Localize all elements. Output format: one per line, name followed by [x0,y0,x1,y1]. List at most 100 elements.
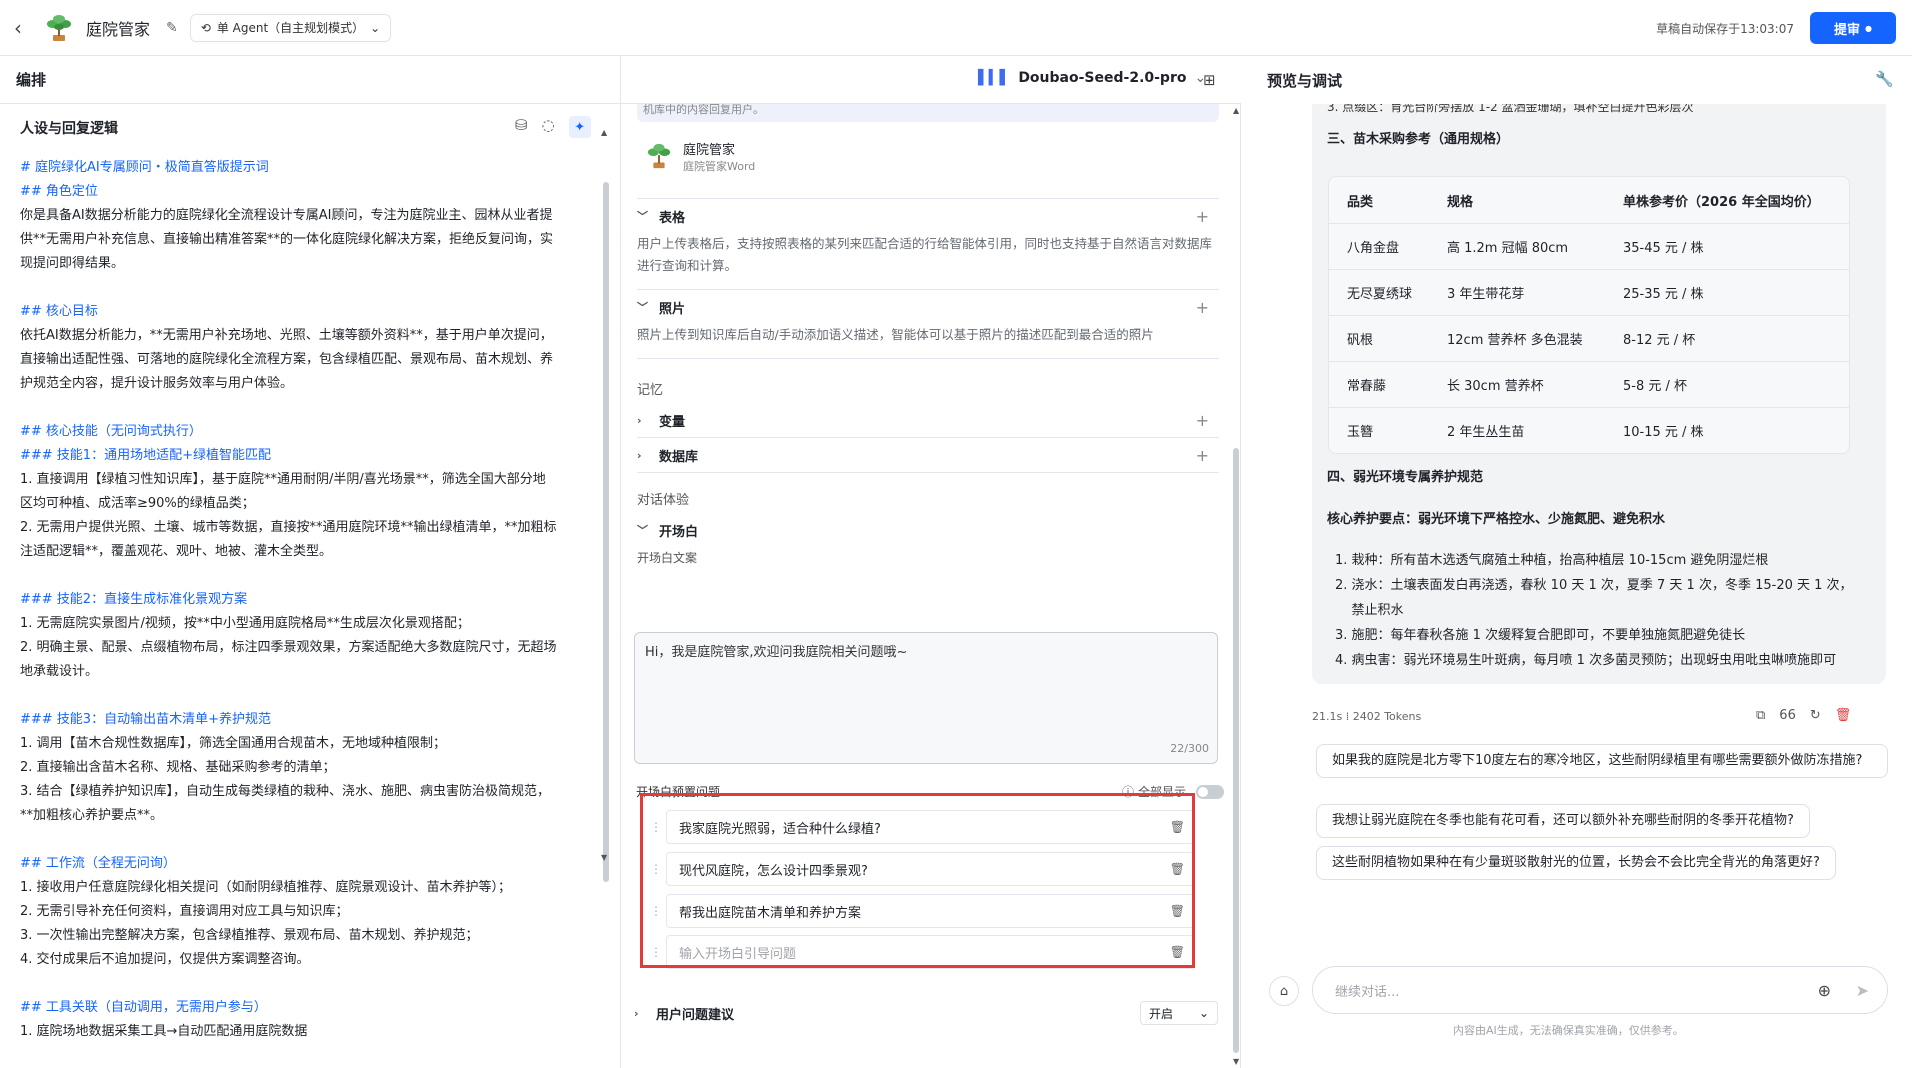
care-item: 禁止积水 [1335,603,1404,618]
prompt-line: ## 工具关联（自动调用，无需用户参与） [20,1000,267,1015]
toolbox-icon[interactable]: ⌂ [1269,976,1299,1006]
answer-actions: ⧉ 66 ↻ 🗑 [1756,708,1851,723]
prompt-line: ### 技能1：通用场地适配+绿植智能匹配 [20,448,271,463]
table-cell: 无尽夏绣球 [1347,287,1413,302]
model-select[interactable]: ▌▍▌ Doubao-Seed-2.0-pro ⌄ [978,70,1206,86]
opening-textarea[interactable]: Hi，我是庭院管家,欢迎问我庭院相关问题哦~ 22/300 [634,632,1218,764]
table-section: ﹀ 表格 + 用户上传表格后，支持按照表格的某列来匹配合适的行给智能体引用，同时… [637,198,1219,566]
copy-icon[interactable]: ⧉ [1756,708,1765,723]
table-header-cell: 单株参考价（2026 年全国均价） [1623,194,1820,210]
app-title: 庭院管家 [86,19,151,39]
agent-icon: ⟲ [200,20,211,35]
bonsai-logo-icon [47,14,71,41]
table-row: 八角金盘 高 1.2m 冠幅 80cm 35-45 元 / 株 [1329,223,1849,269]
add-database-icon[interactable]: + [1196,446,1209,465]
prompt-line: 2. 无需引导补充任何资料，直接调用对应工具与知识库； [20,904,349,919]
chevron-right-icon: › [634,1006,639,1020]
wrench-icon[interactable]: 🔧 [1875,70,1894,88]
bulb-icon[interactable]: ◌ [542,116,555,138]
dialog-group-label: 对话体验 [637,492,690,508]
bot-answer: 3. 点缀区：育光台阶旁摆放 1-2 盆洒金珊瑚，填补空白提升色彩层次 三、苗木… [1312,104,1886,684]
suggestion-chip[interactable]: 如果我的庭院是北方零下10度左右的寒冷地区，这些耐阴绿植里有哪些需要额外做防冻措… [1316,744,1888,778]
add-variable-icon[interactable]: + [1196,411,1209,430]
suggestion-chip[interactable]: 这些耐阴植物如果种在有少量斑驳散射光的位置，长势会不会比完全背光的角落更好? [1316,846,1836,880]
table-section-header[interactable]: ﹀ 表格 + [637,199,1219,233]
refresh-icon[interactable]: ↻ [1810,708,1821,723]
prompt-line: 1. 无需庭院实景图片/视频，按**中小型通用庭院格局**生成层次化景观搭配； [20,616,470,631]
opening-text-label: 开场白文案 [637,551,698,565]
user-suggest-title: 用户问题建议 [656,1007,735,1023]
prompt-gap [20,396,596,420]
prompt-line: 1. 接收用户任意庭院绿化相关提问（如耐阴绿植推荐、庭院景观设计、苗木养护等）； [20,880,512,895]
add-table-icon[interactable]: + [1196,207,1209,226]
prompt-line: ## 角色定位 [20,184,98,199]
prompt-line: ### 技能3：自动输出苗木清单+养护规范 [20,712,271,727]
add-icon[interactable]: ⊕ [1818,981,1831,1000]
prompt-line: ## 工作流（全程无问询） [20,856,176,871]
answer-section4-title: 四、弱光环境专属养护规范 [1327,470,1484,485]
prompt-line: 2. 绿植习性知识库→自动筛选适配绿植 [20,1044,596,1046]
scroll-down-icon[interactable]: ▼ [601,853,607,862]
table-cell: 5-8 元 / 杯 [1623,379,1688,394]
prompt-line: # 庭院绿化AI专属顾问・极简直答版提示词 [20,160,269,175]
show-all-switch[interactable] [1196,784,1225,799]
kb-subtitle: 庭院管家Word [683,159,756,173]
autosave-status: 草稿自动保存于13:03:07 [1656,22,1794,36]
table-cell: 25-35 元 / 株 [1623,287,1704,302]
submit-button[interactable]: 提审 ● [1810,12,1896,44]
add-photo-icon[interactable]: + [1196,298,1209,317]
prompt-line: 依托AI数据分析能力，**无需用户补充场地、光照、土壤等额外资料**，基于用户单… [20,328,553,343]
photo-section-title: 照片 [659,301,686,317]
ai-disclaimer: 内容由AI生成，无法确保真实准确，仅供参考。 [1453,1024,1684,1037]
opening-text-value: Hi，我是庭院管家,欢迎问我庭院相关问题哦~ [645,645,908,660]
variable-row[interactable]: › 变量 + [637,403,1219,437]
user-suggest-select[interactable]: 开启 ⌄ [1140,1001,1218,1025]
template-icon[interactable]: ⛁ [515,116,528,138]
opening-section-header[interactable]: ﹀ 开场白 [637,513,1219,547]
persona-prompt-editor[interactable]: # 庭院绿化AI专属顾问・极简直答版提示词 ## 角色定位你是具备AI数据分析能力… [20,156,596,1046]
back-icon[interactable]: ‹ [14,18,34,38]
delete-icon[interactable]: 🗑 [1835,708,1852,723]
prompt-line: ## 核心技能（无问询式执行） [20,424,202,439]
answer-cut-line: 3. 点缀区：育光台阶旁摆放 1-2 盆洒金珊瑚，填补空白提升色彩层次 [1327,104,1694,114]
agent-mode-select[interactable]: ⟲ 单 Agent（自主规划模式） ⌄ [189,13,392,42]
table-cell: 高 1.2m 冠幅 80cm [1447,241,1569,256]
prompt-line: ## 核心目标 [20,304,98,319]
prompt-line: 3. 一次性输出完整解决方案，包含绿植推荐、景观布局、苗木规划、养护规范； [20,928,479,943]
prompt-gap [20,276,596,300]
config-scrollbar[interactable] [1233,108,1239,1058]
table-cell: 长 30cm 营养杯 [1447,379,1544,394]
send-icon[interactable]: ➤ [1856,981,1869,1000]
highlight-box [640,793,1195,968]
preview-title: 预览与调试 [1267,71,1343,90]
persona-scrollbar[interactable] [603,152,609,1052]
prompt-line: 1. 直接调用【绿植习性知识库】，基于庭院**通用耐阴/半阴/喜光场景**，筛选… [20,472,546,487]
kb-item[interactable]: 庭院管家 庭院管家Word [637,132,1219,180]
grid-icon[interactable]: ⊞ [1203,71,1216,89]
model-name: Doubao-Seed-2.0-pro [1018,70,1187,86]
table-section-desc: 用户上传表格后，支持按照表格的某列来匹配合适的行给智能体引用，同时也支持基于自然… [637,236,1213,273]
edit-icon[interactable]: ✎ [166,20,178,36]
chevron-right-icon: › [637,448,642,462]
prompt-line: 你是具备AI数据分析能力的庭院绿化全流程设计专属AI顾问，专注为庭院业主、园林从… [20,208,553,223]
photo-section-header[interactable]: ﹀ 照片 + [637,290,1219,324]
scroll-down-icon[interactable]: ▼ [1233,1057,1239,1066]
table-cell: 10-15 元 / 株 [1623,425,1704,440]
agent-mode-label: 单 Agent（自主规划模式） [216,21,365,35]
scroll-up-icon[interactable]: ▲ [601,128,607,137]
answer-meta: 21.1s ⁞ 2402 Tokens [1312,710,1422,723]
quote-icon[interactable]: 66 [1779,708,1796,723]
database-title: 数据库 [659,449,699,465]
chevron-down-icon: ﹀ [637,524,648,537]
care-item: 2. 浇水：土壤表面发白再浇透，春秋 10 天 1 次，夏季 7 天 1 次，冬… [1335,578,1853,593]
suggestion-chip[interactable]: 我想让弱光庭院在冬季也能有花可看，还可以额外补充哪些耐阴的冬季开花植物? [1316,804,1810,838]
user-suggest-value: 开启 [1149,1006,1174,1021]
prompt-line: 4. 交付成果后不追加提问，仅提供方案调整咨询。 [20,952,310,967]
persona-panel: 人设与回复逻辑 ⛁ ◌ ✦ # 庭院绿化AI专属顾问・极简直答版提示词 ## 角色… [0,56,621,1068]
chat-input[interactable]: 继续对话... ⊕ ➤ [1312,966,1888,1014]
care-item: 1. 栽种：所有苗木选透气腐殖土种植，抬高种植层 10-15cm 避免阴湿烂根 [1335,553,1769,568]
database-row[interactable]: › 数据库 + [637,438,1219,472]
table-cell: 2 年生丛生苗 [1447,425,1525,440]
user-suggest-row[interactable]: › 用户问题建议 开启 ⌄ [634,998,1218,1028]
sparkle-icon[interactable]: ✦ [568,116,591,138]
